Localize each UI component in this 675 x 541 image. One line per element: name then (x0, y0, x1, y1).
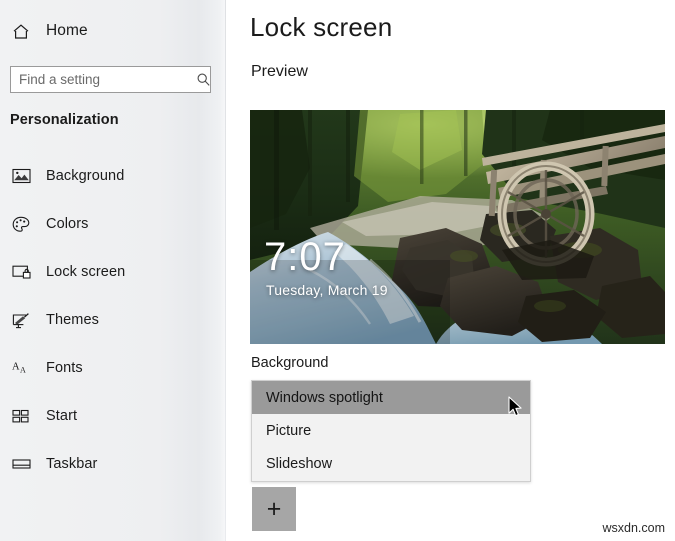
themes-brush-icon (12, 309, 38, 331)
sidebar-item-themes[interactable]: Themes (0, 296, 226, 344)
sidebar-item-background-label: Background (46, 168, 125, 184)
watermark: wsxdn.com (602, 521, 665, 535)
settings-window: Home Personalization (0, 0, 675, 541)
svg-text:A: A (12, 362, 20, 373)
dropdown-option-label: Windows spotlight (266, 389, 383, 406)
preview-image (250, 110, 665, 344)
background-section-label: Background (251, 355, 329, 371)
sidebar-item-taskbar[interactable]: Taskbar (0, 440, 226, 488)
sidebar-nav: Background Colors Lock screen Themes A A… (0, 152, 226, 488)
picture-icon (12, 165, 38, 187)
home-icon (12, 23, 38, 40)
preview-date: Tuesday, March 19 (266, 282, 388, 298)
dropdown-option-slideshow[interactable]: Slideshow (252, 447, 530, 480)
sidebar-item-home-label: Home (46, 22, 88, 39)
dropdown-option-windows-spotlight[interactable]: Windows spotlight (252, 381, 530, 414)
lock-screen-preview: 7:07 Tuesday, March 19 (250, 110, 665, 344)
sidebar-item-lock-screen-label: Lock screen (46, 264, 126, 280)
palette-icon (12, 213, 38, 235)
sidebar-item-home[interactable]: Home (0, 14, 226, 48)
sidebar-item-colors[interactable]: Colors (0, 200, 226, 248)
dropdown-option-label: Slideshow (266, 455, 333, 472)
sidebar-item-start[interactable]: Start (0, 392, 226, 440)
sidebar: Home Personalization (0, 0, 226, 541)
preview-clock: 7:07 (264, 235, 346, 279)
sidebar-item-themes-label: Themes (46, 312, 99, 328)
dropdown-option-label: Picture (266, 422, 312, 439)
sidebar-item-background[interactable]: Background (0, 152, 226, 200)
sidebar-item-start-label: Start (46, 408, 78, 424)
search-input[interactable] (11, 67, 196, 92)
sidebar-item-taskbar-label: Taskbar (46, 456, 98, 472)
svg-text:A: A (20, 366, 26, 375)
page-title: Lock screen (250, 12, 393, 42)
main-content: Lock screen Preview 7:07 Tuesday, March … (226, 0, 675, 541)
search-icon[interactable] (196, 67, 211, 92)
fonts-aa-icon: A A (12, 357, 38, 379)
sidebar-item-fonts-label: Fonts (46, 360, 83, 376)
preview-section-label: Preview (251, 63, 308, 80)
sidebar-item-lock-screen[interactable]: Lock screen (0, 248, 226, 296)
start-tiles-icon (12, 405, 38, 427)
lock-screen-icon (12, 261, 38, 283)
search-box[interactable] (10, 66, 211, 93)
add-picture-button[interactable]: + (252, 487, 296, 531)
sidebar-item-fonts[interactable]: A A Fonts (0, 344, 226, 392)
sidebar-group-title: Personalization (10, 112, 119, 128)
background-dropdown-list[interactable]: Windows spotlight Picture Slideshow (251, 380, 531, 482)
dropdown-option-picture[interactable]: Picture (252, 414, 530, 447)
sidebar-item-colors-label: Colors (46, 216, 89, 232)
taskbar-icon (12, 453, 38, 475)
plus-icon: + (266, 494, 282, 523)
